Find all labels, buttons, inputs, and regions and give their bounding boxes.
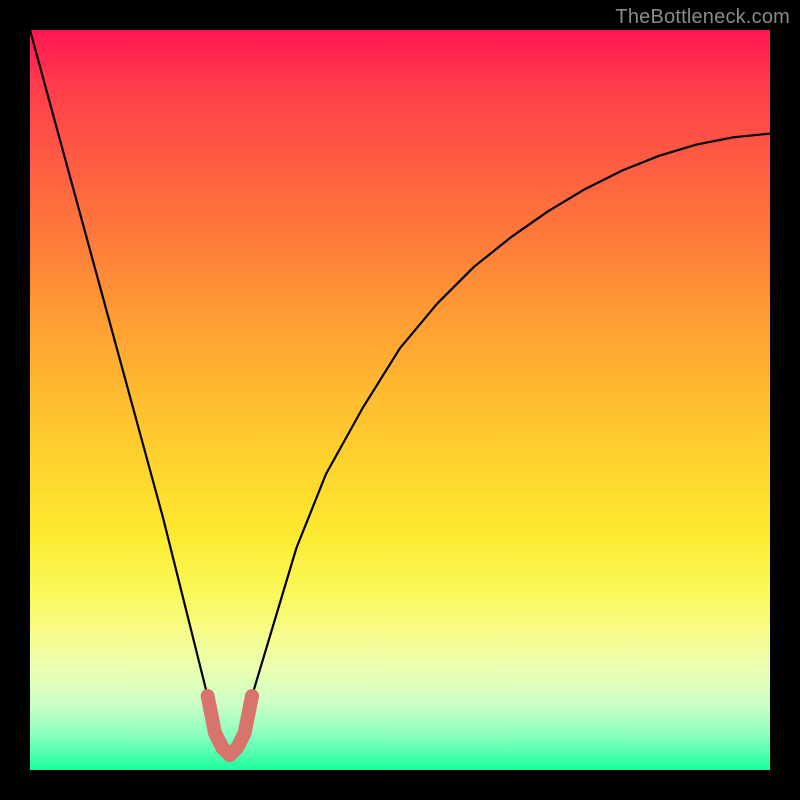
chart-plot-area <box>30 30 770 770</box>
chart-svg <box>30 30 770 770</box>
watermark-text: TheBottleneck.com <box>615 6 790 29</box>
bottleneck-curve <box>30 30 770 755</box>
optimal-marker <box>208 696 252 755</box>
